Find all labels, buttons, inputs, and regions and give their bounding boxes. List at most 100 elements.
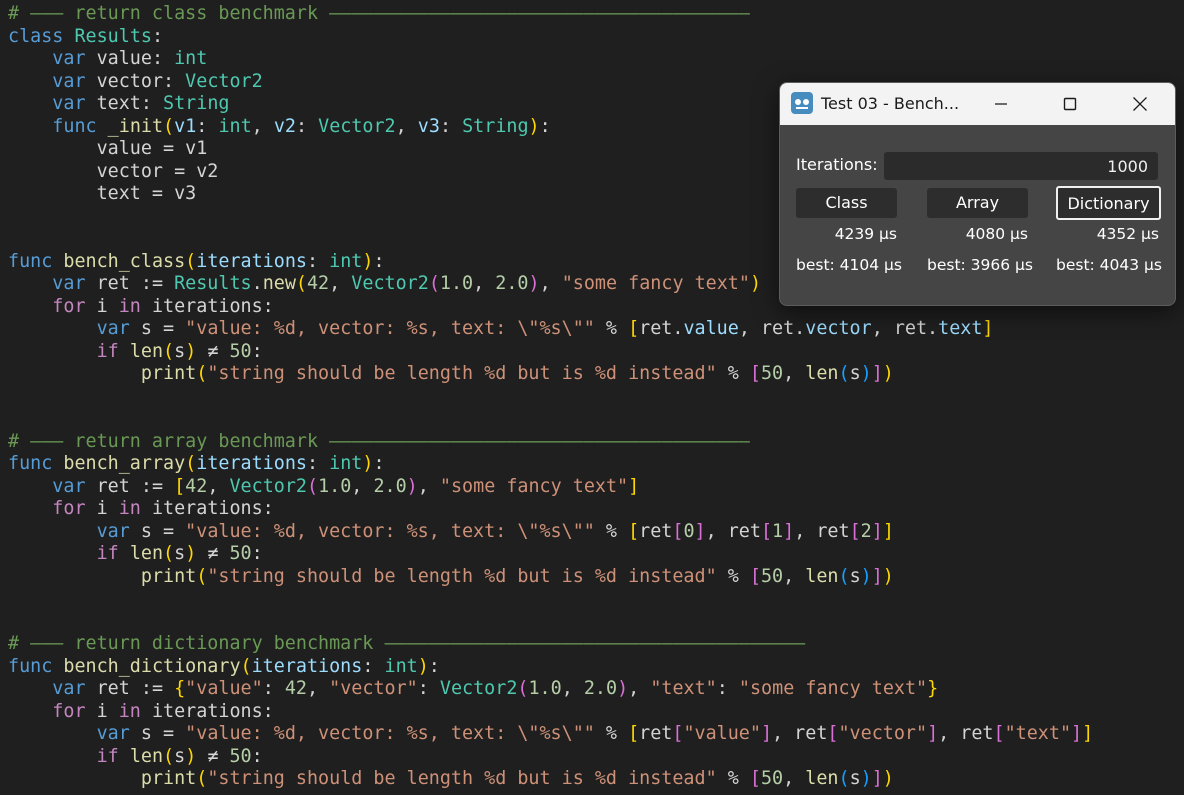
code-token: text: — [85, 93, 164, 114]
code-token: : — [251, 341, 263, 362]
code-line[interactable]: var s = "value: %d, vector: %s, text: \"… — [8, 723, 1094, 745]
code-line[interactable]: func bench_class(iterations: int): — [8, 251, 385, 273]
code-token: iterations — [196, 251, 307, 272]
code-token: var — [52, 476, 86, 497]
code-token: ] — [882, 521, 894, 542]
code-token: var — [96, 521, 130, 542]
code-line[interactable]: # ——— return class benchmark ———————————… — [8, 3, 750, 25]
code-token: : — [251, 746, 263, 767]
code-token: i — [85, 701, 119, 722]
code-line[interactable]: var ret := [42, Vector2(1.0, 2.0), "some… — [8, 476, 639, 498]
code-token: [ — [760, 521, 773, 542]
code-line[interactable]: var vector: Vector2 — [8, 71, 262, 93]
code-token: [ — [672, 723, 684, 744]
code-token: int — [218, 116, 252, 137]
code-line[interactable]: if len(s) ≠ 50: — [8, 341, 263, 363]
minimize-button[interactable] — [970, 83, 1032, 125]
code-token: text — [938, 318, 983, 339]
maximize-icon — [1063, 97, 1077, 111]
class-button[interactable]: Class — [796, 188, 897, 218]
close-button[interactable] — [1109, 83, 1171, 125]
code-line[interactable]: func bench_array(iterations: int): — [8, 453, 385, 475]
code-token: ( — [307, 476, 319, 497]
code-line[interactable]: var text: String — [8, 93, 229, 115]
code-token: var — [52, 273, 86, 294]
code-token: ≠ — [196, 543, 230, 564]
code-line[interactable]: var value: int — [8, 48, 207, 70]
dictionary-button[interactable]: Dictionary — [1056, 186, 1161, 220]
code-token: iterations — [251, 656, 363, 677]
code-token: ( — [163, 341, 175, 362]
title-bar[interactable]: Test 03 - Bench... — [780, 83, 1175, 125]
code-token: ( — [185, 251, 197, 272]
code-token: new — [262, 273, 296, 294]
code-token: v1 — [174, 116, 197, 137]
godot-icon — [791, 92, 813, 114]
code-line[interactable]: if len(s) ≠ 50: — [8, 746, 263, 768]
code-token: 1.0 — [318, 476, 352, 497]
code-token: s — [174, 341, 186, 362]
code-token: ] — [871, 768, 883, 789]
code-line[interactable]: for i in iterations: — [8, 296, 273, 318]
array-button[interactable]: Array — [927, 188, 1028, 218]
code-line[interactable]: for i in iterations: — [8, 498, 273, 520]
code-line[interactable]: var ret := Results.new(42, Vector2(1.0, … — [8, 273, 761, 295]
code-token: v3 — [417, 116, 440, 137]
code-line[interactable]: var s = "value: %d, vector: %s, text: \"… — [8, 521, 894, 543]
code-token: len — [129, 746, 164, 767]
code-token: 50 — [229, 341, 252, 362]
array-time: 4080 μs — [965, 225, 1028, 243]
maximize-button[interactable] — [1039, 83, 1101, 125]
code-token: int — [329, 453, 363, 474]
code-line[interactable]: # ——— return array benchmark ———————————… — [8, 431, 750, 453]
code-token: [ — [749, 768, 761, 789]
code-line[interactable]: print("string should be length %d but is… — [8, 566, 894, 588]
code-token: % — [716, 566, 750, 587]
code-token: if — [96, 341, 119, 362]
code-token: value — [683, 318, 739, 339]
code-line[interactable]: value = v1 — [8, 138, 208, 160]
iterations-input[interactable] — [884, 152, 1158, 180]
code-token: for — [52, 498, 86, 519]
code-token: : — [716, 678, 739, 699]
code-token: # ——— return dictionary benchmark ——————… — [8, 633, 806, 654]
code-line[interactable]: for i in iterations: — [8, 701, 273, 723]
code-line[interactable]: var ret := {"value": 42, "vector": Vecto… — [8, 678, 938, 700]
code-line[interactable]: text = v3 — [8, 183, 197, 205]
code-line[interactable]: print("string should be length %d but is… — [8, 363, 894, 385]
code-line[interactable]: var s = "value: %d, vector: %s, text: \"… — [8, 318, 994, 340]
code-token: for — [52, 296, 86, 317]
code-token: ] — [694, 521, 706, 542]
code-line[interactable]: # ——— return dictionary benchmark ——————… — [8, 633, 805, 655]
code-line[interactable]: func _init(v1: int, v2: Vector2, v3: Str… — [8, 116, 550, 138]
code-token: % — [594, 723, 629, 744]
code-token: String — [163, 93, 230, 114]
code-token: : — [295, 116, 319, 137]
code-token: 42 — [185, 476, 208, 497]
code-token: % — [716, 363, 750, 384]
code-token: s — [849, 768, 861, 789]
code-line[interactable]: class Results: — [8, 26, 163, 48]
code-line[interactable]: print("string should be length %d but is… — [8, 768, 894, 790]
code-token: ] — [783, 521, 795, 542]
code-token: 50 — [229, 543, 252, 564]
code-token: : — [373, 251, 385, 272]
code-line[interactable]: vector = v2 — [8, 161, 219, 183]
code-line[interactable]: if len(s) ≠ 50: — [8, 543, 263, 565]
code-token: "some fancy text" — [738, 678, 928, 699]
code-token: , — [395, 116, 418, 137]
code-line[interactable]: func bench_dictionary(iterations: int): — [8, 656, 440, 678]
code-token: "value: %d, vector: %s, text: \"%s\"" — [185, 521, 595, 542]
code-token: ) — [860, 363, 872, 384]
